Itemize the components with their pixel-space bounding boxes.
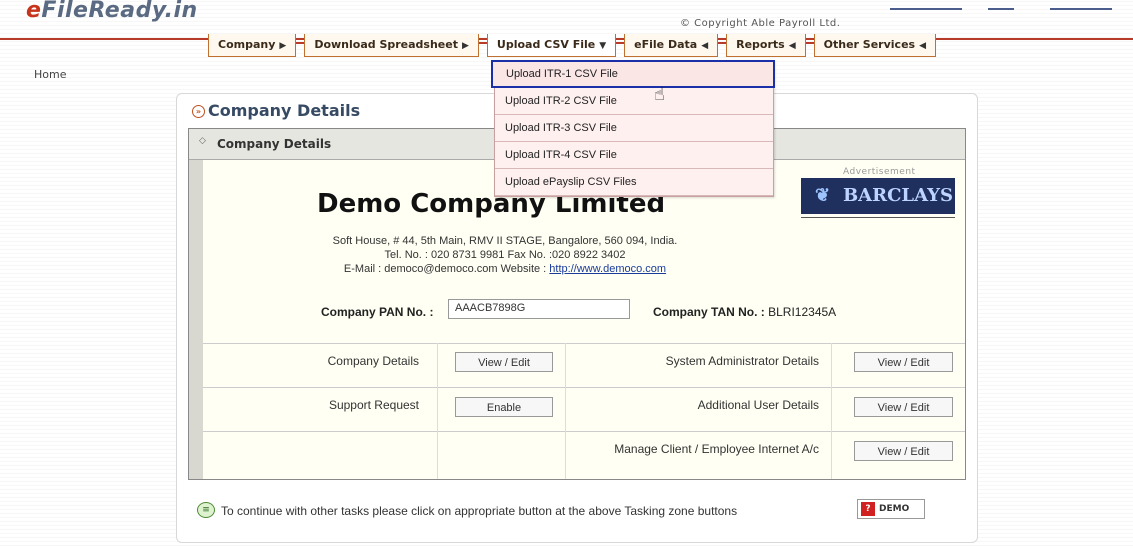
ad-divider (801, 217, 955, 218)
advertisement-label: Advertisement (843, 167, 916, 177)
chevron-right-icon: ▶ (279, 41, 287, 51)
chevron-left-icon: ◀ (701, 41, 709, 51)
eagle-logo-icon: ❦ (815, 185, 831, 206)
menu-item-upload-itr3[interactable]: Upload ITR-3 CSV File (495, 115, 773, 142)
help-icon: ? (861, 502, 875, 516)
pan-label: Company PAN No. : (321, 305, 434, 319)
tan-label: Company TAN No. : BLRI12345A (653, 305, 837, 319)
menu-item-upload-itr4[interactable]: Upload ITR-4 CSV File (495, 142, 773, 169)
sysadmin-details-view-edit-button[interactable]: View / Edit (854, 352, 953, 372)
pan-field[interactable]: AAACB7898G (448, 299, 630, 319)
nav-tab-upload-csv[interactable]: Upload CSV File ▼ (478, 34, 617, 57)
company-details-label: Company Details (327, 354, 419, 368)
header-divider (1050, 8, 1112, 10)
copyright-text: © Copyright Able Payroll Ltd. (680, 18, 841, 29)
nav-tab-other-services[interactable]: Other Services ◀ (805, 34, 936, 57)
diamond-icon: ◇ (199, 136, 206, 146)
footer-message: To continue with other tasks please clic… (221, 504, 738, 518)
menu-item-upload-itr2[interactable]: Upload ITR-2 CSV File (495, 88, 773, 115)
chevron-right-icon: ▶ (461, 41, 469, 51)
chevron-left-icon: ◀ (788, 41, 796, 51)
manage-client-label: Manage Client / Employee Internet A/c (614, 442, 819, 456)
nav-tab-company[interactable]: Company ▶ (208, 34, 297, 57)
page-title: » Company Details (192, 101, 360, 120)
additional-user-view-edit-button[interactable]: View / Edit (854, 397, 953, 417)
speech-bubble-icon: ≡ (197, 502, 215, 518)
company-phone: Tel. No. : 020 8731 9981 Fax No. :020 89… (384, 249, 626, 261)
chevron-down-icon: ▼ (599, 41, 607, 51)
header-divider (988, 8, 1014, 10)
column-divider (437, 343, 438, 479)
sysadmin-details-label: System Administrator Details (665, 354, 819, 368)
menu-item-upload-itr1[interactable]: Upload ITR-1 CSV File (491, 60, 775, 88)
nav-tab-download-spreadsheet[interactable]: Download Spreadsheet ▶ (296, 34, 479, 57)
company-address: Soft House, # 44, 5th Main, RMV II STAGE… (332, 235, 678, 247)
company-email: E-Mail : democo@democo.com Website : htt… (343, 263, 667, 275)
website-link[interactable]: http://www.democo.com (549, 263, 666, 275)
column-divider (831, 343, 832, 479)
chevron-left-icon: ◀ (919, 41, 926, 51)
nav-tab-reports[interactable]: Reports ◀ (718, 34, 806, 57)
support-request-label: Support Request (328, 398, 419, 412)
hand-cursor-icon: ☝ (654, 84, 665, 105)
additional-user-details-label: Additional User Details (697, 398, 819, 412)
barclays-ad-banner[interactable]: ❦ BARCLAYS (801, 178, 955, 214)
app-logo: eFileReady.in (26, 0, 198, 23)
manage-client-view-edit-button[interactable]: View / Edit (854, 441, 953, 461)
nav-tab-efile-data[interactable]: eFile Data ◀ (616, 34, 719, 57)
support-request-enable-button[interactable]: Enable (455, 397, 553, 417)
upload-csv-dropdown: Upload ITR-1 CSV File Upload ITR-2 CSV F… (491, 60, 775, 197)
breadcrumb-home[interactable]: Home (34, 68, 66, 81)
section-side-bar (189, 160, 203, 479)
menu-item-upload-epayslip[interactable]: Upload ePayslip CSV Files (495, 169, 773, 196)
column-divider (565, 343, 566, 479)
company-details-view-edit-button[interactable]: View / Edit (455, 352, 553, 372)
demo-badge: ? DEMO (857, 499, 925, 519)
circle-arrow-icon: » (192, 105, 205, 118)
main-nav: Company ▶ Download Spreadsheet ▶ Upload CS… (208, 34, 944, 60)
header-divider (890, 8, 962, 10)
